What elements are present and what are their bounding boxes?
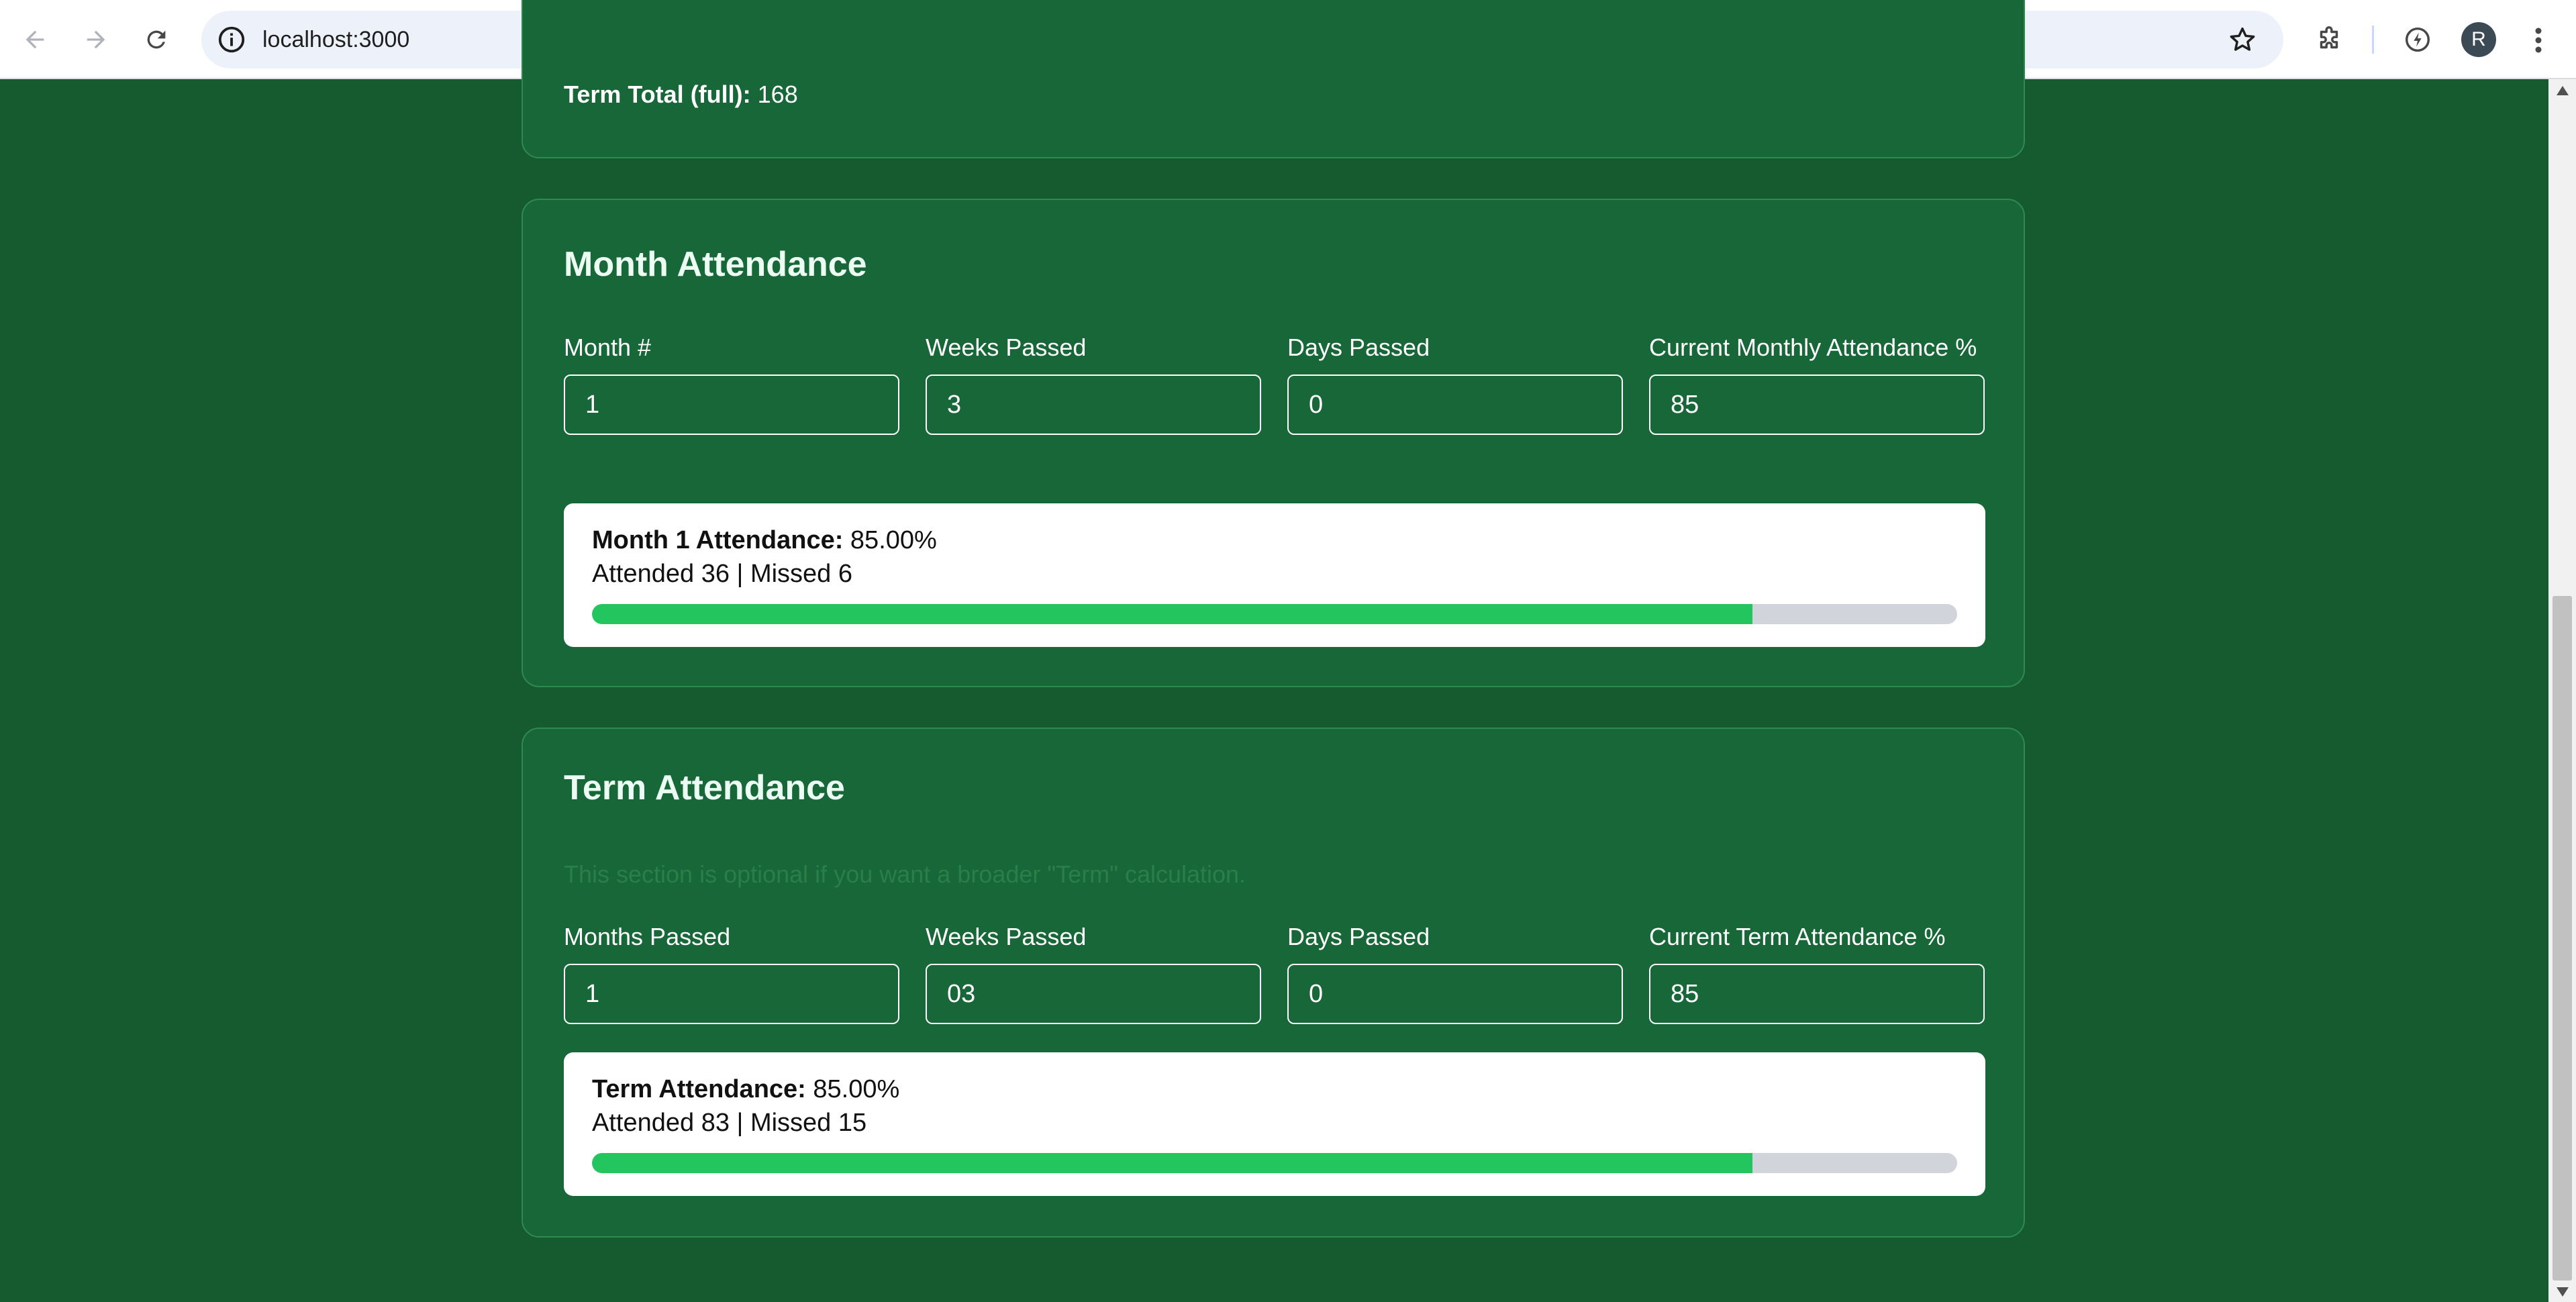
month-weeks-label: Weeks Passed [926,334,1087,361]
term-result-summary: Attended 83 | Missed 15 [592,1109,867,1137]
performance-icon [2405,27,2430,52]
term-attendance-card: Term Attendance This section is optional… [522,728,2025,1238]
term-progress-fill [592,1153,1752,1173]
month-number-input[interactable]: 1 [564,374,899,435]
term-section-note: This section is optional if you want a b… [564,860,1246,888]
profile-avatar[interactable]: R [2461,22,2496,57]
term-months-input[interactable]: 1 [564,964,899,1024]
month-percent-input[interactable]: 85 [1649,374,1985,435]
reload-icon [147,30,166,49]
term-progress-track [592,1153,1957,1173]
back-icon [26,30,44,49]
scrollbar-thumb[interactable] [2553,596,2572,1281]
month-result-heading: Month 1 Attendance: [592,526,844,554]
month-number-label: Month # [564,334,652,361]
menu-icon [2535,28,2542,53]
forward-button[interactable] [75,18,117,61]
term-percent-input[interactable]: 85 [1649,964,1985,1024]
month-number-field: Month # 1 [564,328,899,435]
month-weeks-input[interactable]: 3 [926,374,1261,435]
term-total-text: Term Total (full): 168 [564,81,798,109]
term-total-label: Term Total (full): [564,81,751,108]
term-weeks-field: Weeks Passed 03 [926,917,1261,1024]
term-weeks-label: Weeks Passed [926,923,1087,950]
term-result-heading: Term Attendance: [592,1075,806,1103]
term-result-percent: 85.00% [813,1075,900,1103]
month-result-summary: Attended 36 | Missed 6 [592,560,852,588]
term-percent-field: Current Term Attendance % 85 [1649,917,1985,1024]
month-days-label: Days Passed [1287,334,1430,361]
month-weeks-field: Weeks Passed 3 [926,328,1261,435]
browser-menu-button[interactable] [2525,21,2552,59]
term-days-label: Days Passed [1287,923,1430,950]
term-section-title: Term Attendance [564,768,845,807]
term-days-input[interactable]: 0 [1287,964,1623,1024]
month-result-percent: 85.00% [850,526,937,554]
url-text: localhost:3000 [262,27,410,52]
page-scrollbar[interactable] [2548,79,2576,1302]
month-percent-label: Current Monthly Attendance % [1649,334,1977,361]
month-progress-track [592,604,1957,624]
scroll-down-arrow-icon[interactable] [2557,1287,2569,1297]
month-result-heading-line: Month 1 Attendance: 85.00% [592,526,937,555]
term-result-heading-line: Term Attendance: 85.00% [592,1075,899,1104]
month-attendance-card: Month Attendance Month # 1 Weeks Passed … [522,199,2025,687]
month-section-title: Month Attendance [564,245,867,284]
star-icon[interactable] [2227,24,2258,55]
term-total-card: Term Total (full): 168 [522,0,2025,158]
scroll-up-arrow-icon[interactable] [2557,86,2569,95]
month-result-box: Month 1 Attendance: 85.00% Attended 36 |… [564,503,1985,647]
extensions-button[interactable] [2311,21,2347,58]
month-days-input[interactable]: 0 [1287,374,1623,435]
term-months-label: Months Passed [564,923,731,950]
term-days-field: Days Passed 0 [1287,917,1623,1024]
month-percent-field: Current Monthly Attendance % 85 [1649,328,1985,435]
term-weeks-input[interactable]: 03 [926,964,1261,1024]
performance-button[interactable] [2399,21,2436,58]
month-days-field: Days Passed 0 [1287,328,1623,435]
back-button[interactable] [13,18,56,61]
reload-button[interactable] [135,18,178,61]
term-percent-label: Current Term Attendance % [1649,923,1946,950]
extensions-icon [2320,26,2338,49]
info-icon[interactable] [216,24,247,55]
term-total-value: 168 [757,81,798,108]
term-months-field: Months Passed 1 [564,917,899,1024]
term-result-box: Term Attendance: 85.00% Attended 83 | Mi… [564,1052,1985,1196]
forward-icon [87,30,105,49]
toolbar-divider [2372,26,2374,54]
month-progress-fill [592,604,1752,624]
